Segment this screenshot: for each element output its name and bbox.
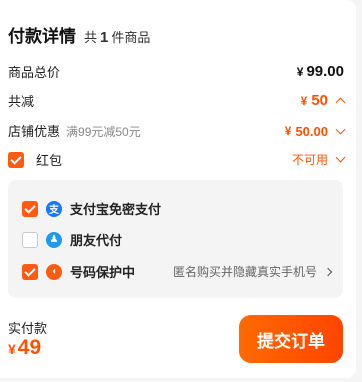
shop-coupon-label-group: 店铺优惠 满99元减50元 <box>8 121 141 141</box>
item-count: 共 1 件商品 <box>84 29 151 46</box>
shop-coupon-detail: 满99元减50元 <box>66 125 141 139</box>
total-price-label: 商品总价 <box>8 65 61 80</box>
total-price-row: 商品总价 ¥99.00 <box>8 62 344 81</box>
chevron-up-icon[interactable] <box>335 97 346 108</box>
chevron-right-icon <box>323 267 333 276</box>
red-packet-status: 不可用 <box>292 151 346 168</box>
number-protection-checkbox[interactable] <box>22 263 38 280</box>
number-protection-note[interactable]: 匿名购买并隐藏真实手机号 <box>173 263 333 280</box>
total-price-value: ¥99.00 <box>296 63 344 80</box>
payment-option-alipay[interactable]: 支 支付宝免密支付 <box>22 199 331 218</box>
red-packet-label: 红包 <box>36 153 63 168</box>
red-packet-checkbox[interactable] <box>8 151 24 168</box>
discount-label: 共减 <box>8 94 35 109</box>
phone-protect-icon: ◖ <box>46 263 62 280</box>
payment-details-card: 付款详情 共 1 件商品 商品总价 ¥99.00 共减 ¥50 店铺优惠 满99元减5… <box>0 0 356 378</box>
red-packet-left: 红包 <box>8 150 62 169</box>
shop-coupon-row[interactable]: 店铺优惠 满99元减50元 ¥50.00 <box>8 121 346 141</box>
payment-option-friend-pay[interactable]: ♟ 朋友代付 <box>22 230 331 249</box>
title-row: 付款详情 共 1 件商品 <box>8 22 150 47</box>
page-title: 付款详情 <box>8 27 76 46</box>
shop-coupon-value: ¥50.00 <box>285 124 346 139</box>
payment-option-label: 朋友代付 <box>70 233 123 248</box>
payment-option-label: 支付宝免密支付 <box>70 202 162 217</box>
red-packet-row[interactable]: 红包 不可用 <box>8 150 346 169</box>
payment-options-panel: 支 支付宝免密支付 ♟ 朋友代付 ◖ 号码保护中 匿名购买并隐藏真实手机号 <box>8 180 343 298</box>
chevron-down-icon[interactable] <box>335 152 346 163</box>
friend-pay-icon: ♟ <box>46 231 62 248</box>
payment-option-number-protection[interactable]: ◖ 号码保护中 匿名购买并隐藏真实手机号 <box>22 262 333 281</box>
submit-order-button[interactable]: 提交订单 <box>239 315 343 363</box>
alipay-checkbox[interactable] <box>22 200 38 217</box>
chevron-down-icon[interactable] <box>335 124 346 134</box>
friend-pay-checkbox[interactable] <box>22 231 38 248</box>
alipay-icon: 支 <box>46 200 62 217</box>
discount-row[interactable]: 共减 ¥50 <box>8 91 346 110</box>
discount-value: ¥50 <box>301 92 346 109</box>
paid-amount-label: 实付款 <box>8 321 48 336</box>
payment-option-label: 号码保护中 <box>70 265 136 280</box>
shop-coupon-label: 店铺优惠 <box>8 124 61 139</box>
paid-amount: ¥49 <box>8 336 42 359</box>
